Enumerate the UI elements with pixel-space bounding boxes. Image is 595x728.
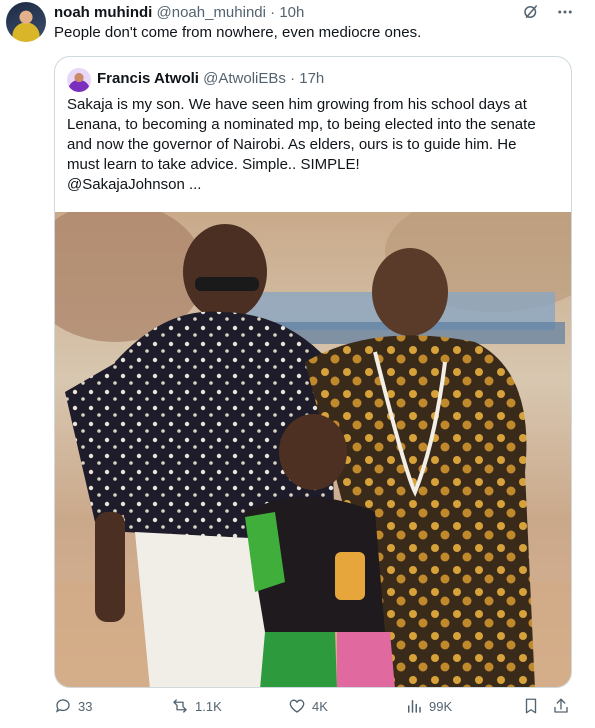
- bookmark-icon: [525, 698, 537, 714]
- quote-photo[interactable]: [55, 212, 571, 687]
- separator: ·: [290, 70, 296, 87]
- grok-icon[interactable]: [521, 2, 541, 22]
- repost-button[interactable]: 1.1K: [171, 697, 222, 715]
- like-button[interactable]: 4K: [288, 697, 328, 715]
- quote-author-name[interactable]: Francis Atwoli: [97, 70, 199, 87]
- quote-line: must learn to take advice. Simple.. SIMP…: [67, 156, 360, 173]
- quote-timestamp[interactable]: 17h: [299, 70, 324, 87]
- tweet-text: People don't come from nowhere, even med…: [54, 24, 422, 41]
- views-button[interactable]: 99K: [405, 697, 452, 715]
- tweet[interactable]: noah muhindi @noah_muhindi · 10h People …: [0, 0, 595, 728]
- quote-line: and now the governor of Nairobi. As elde…: [67, 136, 517, 153]
- author-name[interactable]: noah muhindi: [54, 4, 152, 21]
- quoted-tweet[interactable]: Francis Atwoli @AtwoliEBs · 17h Sakaja i…: [54, 56, 572, 688]
- reply-icon: [55, 699, 70, 713]
- quote-line: Lenana, to becoming a nominated mp, to b…: [67, 116, 536, 133]
- repost-icon: [173, 699, 187, 713]
- timestamp[interactable]: 10h: [279, 4, 304, 21]
- share-button[interactable]: [552, 697, 570, 715]
- quote-line: @SakajaJohnson ...: [67, 176, 202, 193]
- like-count: 4K: [312, 698, 328, 714]
- top-icons: [521, 2, 575, 22]
- views-icon: [408, 700, 421, 713]
- avatar[interactable]: [6, 2, 46, 42]
- quote-author-handle[interactable]: @AtwoliEBs: [203, 70, 286, 87]
- repost-count: 1.1K: [195, 698, 222, 714]
- reply-count: 33: [78, 698, 93, 714]
- quote-text: Sakaja is my son. We have seen him growi…: [67, 95, 565, 195]
- action-bar: 33 1.1K 4K 99K: [54, 697, 574, 721]
- views-count: 99K: [429, 698, 453, 714]
- quote-header: Francis Atwoli @AtwoliEBs · 17h: [97, 69, 324, 89]
- quote-line: Sakaja is my son. We have seen him growi…: [67, 96, 527, 113]
- quote-avatar[interactable]: [67, 68, 91, 92]
- separator: ·: [270, 4, 276, 21]
- bookmark-button[interactable]: [522, 697, 540, 715]
- reply-button[interactable]: 33: [54, 697, 92, 715]
- tweet-header: noah muhindi @noah_muhindi · 10h: [54, 3, 304, 23]
- share-icon: [554, 698, 568, 713]
- like-icon: [289, 699, 305, 713]
- more-icon[interactable]: [555, 2, 575, 22]
- author-handle[interactable]: @noah_muhindi: [157, 4, 266, 21]
